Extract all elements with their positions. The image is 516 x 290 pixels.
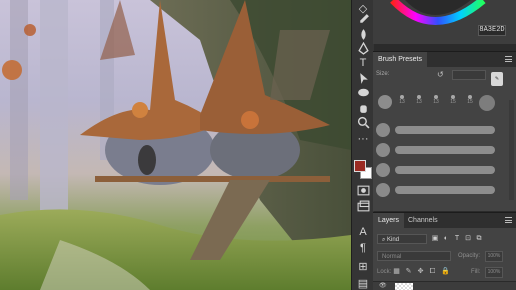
photoshop-window: ◇ T ··· A ¶ ⊞ ▤ 8A3E2D Brush Presets Siz… — [0, 0, 516, 290]
kind-filter-select[interactable]: ⌕ Kind — [377, 234, 427, 244]
lock-artboard-icon[interactable]: ⧠ — [429, 268, 436, 276]
zoom-tool-icon[interactable] — [355, 114, 371, 130]
kind-label: Kind — [387, 237, 400, 243]
adjustment-filter-icon[interactable]: ◐ — [442, 234, 450, 243]
fill-field[interactable]: 100% — [485, 267, 503, 278]
preset-item[interactable]: 15 — [444, 95, 462, 117]
brush-stroke-preset[interactable] — [376, 142, 498, 158]
tab-brush-presets[interactable]: Brush Presets — [373, 52, 427, 67]
brush-stroke-preset[interactable] — [376, 182, 498, 198]
lock-icons: ▦ ✎ ✥ ⧠ 🔒 — [393, 268, 450, 276]
preset-item[interactable]: 13 — [410, 95, 428, 117]
preset-item[interactable] — [478, 95, 496, 117]
properties-panel-icon[interactable]: ⊞ — [355, 258, 371, 274]
pen-tool-icon[interactable] — [355, 40, 371, 56]
smart-object-filter-icon[interactable]: ⧉ — [475, 234, 483, 243]
lock-position-icon[interactable]: ✥ — [417, 268, 424, 276]
foreground-color-swatch-front[interactable] — [354, 160, 366, 172]
document-canvas[interactable] — [0, 0, 351, 290]
type-filter-icon[interactable]: T — [453, 234, 461, 243]
reset-size-icon[interactable]: ↺ — [437, 70, 444, 79]
size-field[interactable] — [452, 70, 486, 80]
preset-item[interactable]: 15 — [461, 95, 479, 117]
preset-thumbnails: 13 13 13 15 15 — [376, 95, 496, 119]
shape-filter-icon[interactable]: ⊡ — [464, 234, 472, 243]
hand-tool-icon[interactable] — [355, 99, 371, 115]
tab-channels[interactable]: Channels — [403, 213, 443, 228]
layer-thumbnail — [395, 283, 413, 290]
hex-color-field[interactable]: 8A3E2D — [478, 25, 506, 36]
preset-item[interactable] — [376, 95, 394, 117]
preset-item[interactable]: 13 — [393, 95, 411, 117]
lock-label: Lock: — [377, 269, 392, 275]
panel-menu-icon[interactable] — [505, 56, 512, 62]
fill-label: Fill: — [471, 269, 481, 275]
visibility-eye-icon[interactable]: 👁 — [379, 282, 387, 289]
lock-all-icon[interactable]: 🔒 — [441, 268, 450, 276]
opacity-label: Opacity: — [458, 253, 481, 259]
screen-mode-icon[interactable] — [355, 198, 371, 214]
tab-layers[interactable]: Layers — [373, 213, 405, 228]
pixel-filter-icon[interactable]: ▣ — [431, 234, 439, 243]
history-panel-icon[interactable]: ▤ — [355, 275, 371, 290]
blend-mode-select[interactable]: Normal — [377, 251, 451, 261]
lock-transparency-icon[interactable]: ▦ — [393, 268, 400, 276]
color-panel: 8A3E2D — [373, 0, 516, 44]
toolbar: ◇ T ··· A ¶ ⊞ ▤ — [351, 0, 374, 290]
layer-filter-icons: ▣ ◐ T ⊡ ⧉ — [431, 234, 483, 244]
fantasy-treehouse-painting — [0, 0, 351, 290]
layers-tabbar: Layers Channels — [373, 212, 516, 228]
character-panel-icon[interactable]: A — [355, 224, 371, 240]
brush-stroke-preset[interactable] — [376, 162, 498, 178]
quick-mask-icon[interactable] — [355, 182, 371, 198]
ellipse-tool-icon[interactable] — [355, 84, 371, 100]
preset-scrollbar[interactable] — [509, 100, 514, 200]
brush-stroke-preset[interactable] — [376, 122, 498, 138]
color-wheel-icon[interactable] — [373, 0, 516, 44]
type-tool-icon[interactable]: T — [355, 55, 371, 71]
paragraph-panel-icon[interactable]: ¶ — [355, 240, 371, 256]
preset-item[interactable]: 13 — [427, 95, 445, 117]
more-tools-icon[interactable]: ··· — [355, 131, 371, 147]
lock-pixels-icon[interactable]: ✎ — [405, 268, 412, 276]
opacity-field[interactable]: 100% — [485, 251, 503, 262]
brush-presets-tabbar: Brush Presets — [373, 51, 516, 67]
layers-menu-icon[interactable] — [505, 217, 512, 223]
brush-tool-icon[interactable] — [355, 11, 371, 27]
brush-tip-button[interactable]: ✎ — [491, 72, 503, 86]
search-icon: ⌕ — [382, 237, 386, 243]
size-label: Size: — [376, 71, 390, 77]
